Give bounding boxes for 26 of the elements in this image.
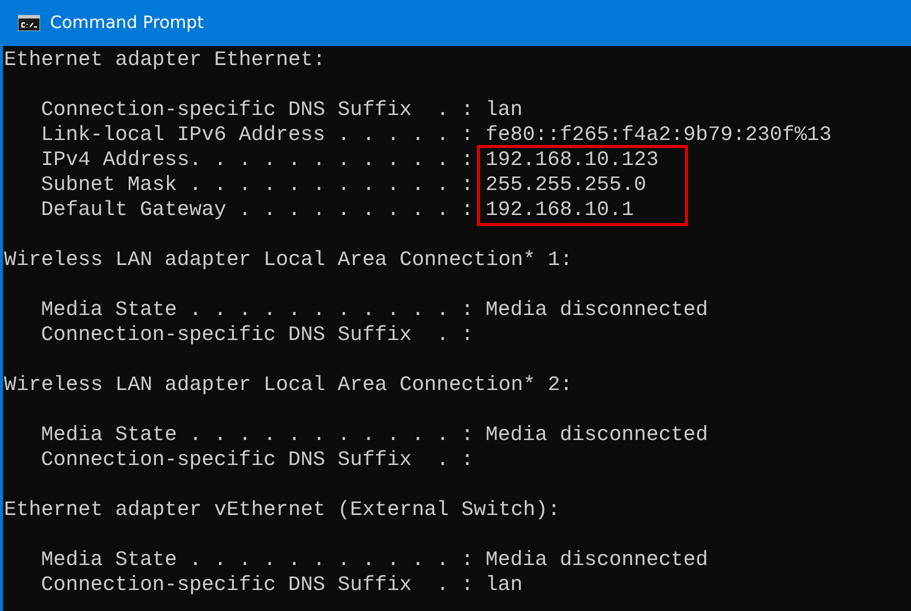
field-label: Connection-specific DNS Suffix . : xyxy=(41,573,474,598)
field-label: Connection-specific DNS Suffix . : xyxy=(41,448,474,473)
adapter-heading: Wireless LAN adapter Local Area Connection* 1: xyxy=(4,248,574,273)
field-label: Connection-specific DNS Suffix . : xyxy=(41,98,474,123)
field-value: lan xyxy=(484,573,523,598)
window-title: Command Prompt xyxy=(50,13,204,33)
field-value: lan xyxy=(484,98,523,123)
field-label: Media State . . . . . . . . . . . : xyxy=(41,298,474,323)
field-value: fe80::f265:f4a2:9b79:230f%13 xyxy=(484,123,832,148)
field-label: Media State . . . . . . . . . . . : xyxy=(41,548,474,573)
adapter-heading: Wireless LAN adapter Local Area Connection* 2: xyxy=(4,373,574,398)
terminal-icon xyxy=(18,15,40,31)
field-value: 192.168.10.123 xyxy=(484,148,659,173)
field-value: Media disconnected xyxy=(484,548,708,573)
field-label: Subnet Mask . . . . . . . . . . . : xyxy=(41,173,474,198)
field-value: 255.255.255.0 xyxy=(484,173,648,198)
adapter-heading: Ethernet adapter vEthernet (External Switch): xyxy=(4,498,562,523)
field-value: Media disconnected xyxy=(484,298,708,323)
field-label: Media State . . . . . . . . . . . : xyxy=(41,423,474,448)
field-label: Connection-specific DNS Suffix . : xyxy=(41,323,474,348)
adapter-heading: Ethernet adapter Ethernet: xyxy=(4,48,326,73)
field-value: 192.168.10.1 xyxy=(484,198,635,223)
field-label: Default Gateway . . . . . . . . . : xyxy=(41,198,474,223)
field-label: IPv4 Address. . . . . . . . . . . : xyxy=(41,148,474,173)
field-value: Media disconnected xyxy=(484,423,708,448)
field-label: Link-local IPv6 Address . . . . . : xyxy=(41,123,474,148)
